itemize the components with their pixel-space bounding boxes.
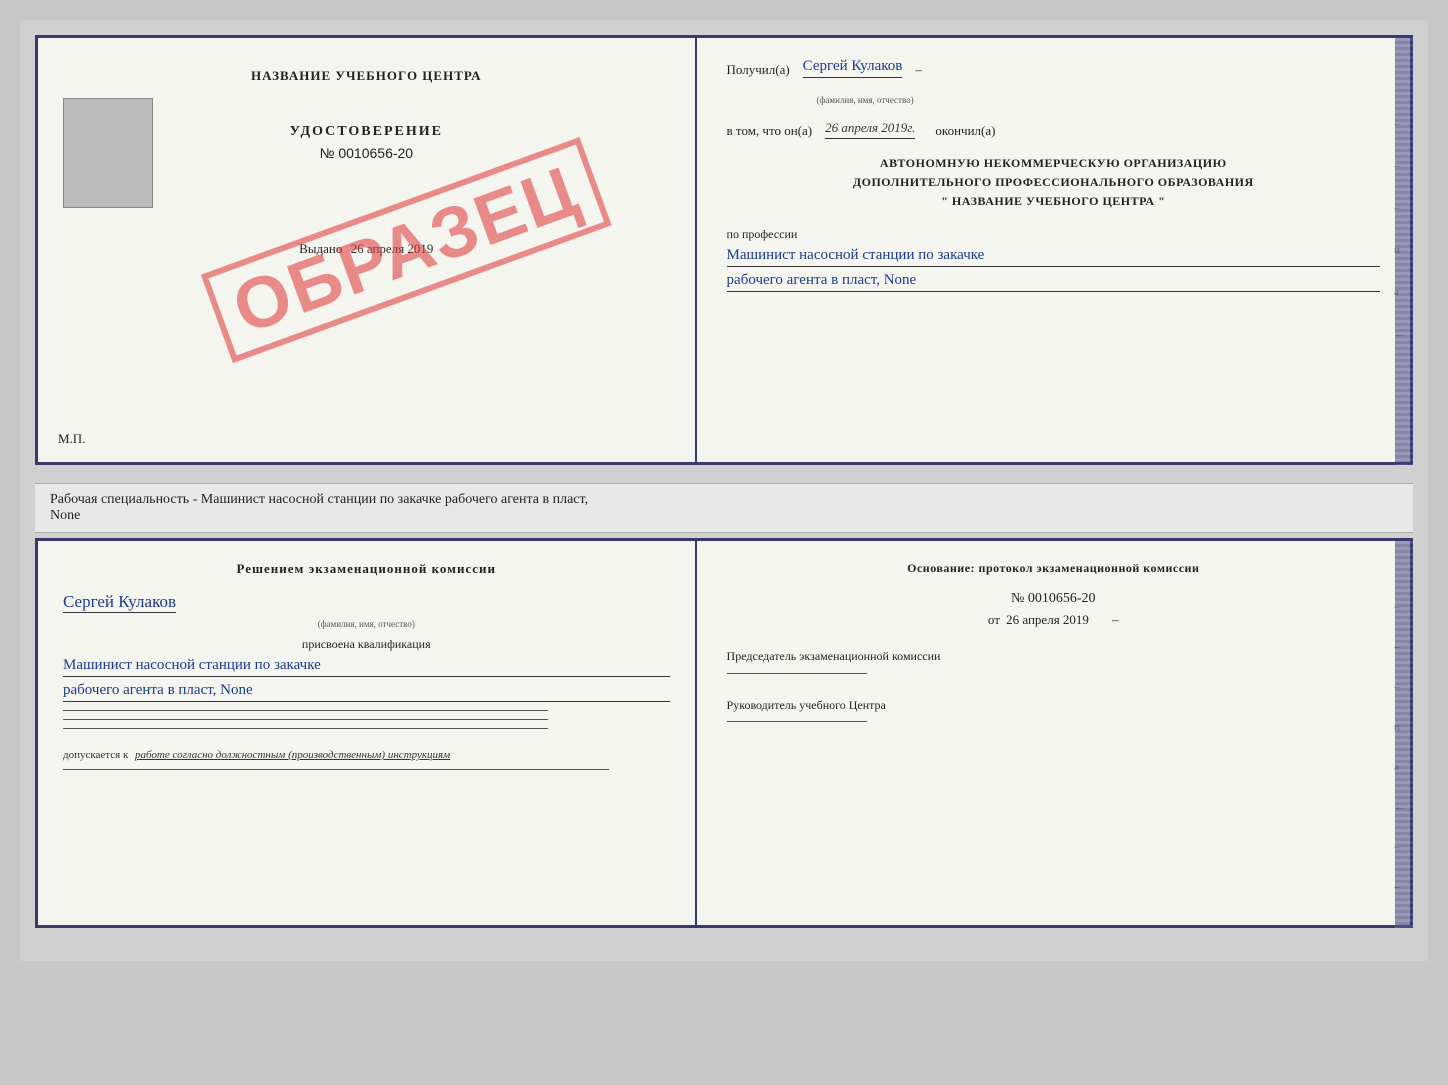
poluchil-dash: – (915, 62, 922, 78)
dopuskaetsya-block: допускается к работе согласно должностны… (63, 749, 670, 761)
spine-right-decoration (1395, 35, 1413, 465)
poluchil-name: Сергей Кулаков (803, 58, 903, 78)
bottom-name: Сергей Кулаков (63, 592, 176, 613)
rukovoditel-title: Руководитель учебного Центра (727, 697, 1380, 714)
dopuskaetsya-prefix: допускается к (63, 749, 128, 761)
date-dash: – (1112, 612, 1119, 627)
bottom-certificate: Решением экзаменационной комиссии Сергей… (35, 538, 1413, 928)
protocol-date: от 26 апреля 2019 – (727, 612, 1380, 628)
vtom-line: в том, что он(а) 26 апреля 2019г. окончи… (727, 120, 1380, 139)
qual-line2: рабочего агента в пласт, None (63, 682, 670, 702)
osnovanie-title: Основание: протокол экзаменационной коми… (727, 561, 1380, 576)
bottom-name-hint: (фамилия, имя, отчество) (63, 619, 670, 629)
qual-line1: Машинист насосной станции по закачке (63, 657, 670, 677)
rukovoditel-signature-line (727, 721, 867, 722)
poluchil-name-hint: (фамилия, имя, отчество) (817, 95, 914, 105)
description-line: Рабочая специальность - Машинист насосно… (35, 483, 1413, 533)
po-professii: по профессии (727, 227, 1380, 242)
school-name-top: НАЗВАНИЕ УЧЕБНОГО ЦЕНТРА (63, 68, 670, 84)
mp-label: М.П. (58, 431, 85, 447)
poluchil-prefix: Получил(а) (727, 62, 790, 78)
description-text2: None (50, 508, 80, 523)
rukovoditel-block: Руководитель учебного Центра (727, 697, 1380, 731)
org-line3: " НАЗВАНИЕ УЧЕБНОГО ЦЕНТРА " (727, 192, 1380, 211)
vtom-prefix: в том, что он(а) (727, 123, 813, 139)
vtom-date: 26 апреля 2019г. (825, 120, 915, 139)
resheniem-title: Решением экзаменационной комиссии (63, 561, 670, 577)
org-block: АВТОНОМНУЮ НЕКОММЕРЧЕСКУЮ ОРГАНИЗАЦИЮ ДО… (727, 154, 1380, 212)
bottom-spine-right (1395, 538, 1413, 928)
top-certificate: НАЗВАНИЕ УЧЕБНОГО ЦЕНТРА УДОСТОВЕРЕНИЕ №… (35, 35, 1413, 465)
org-line1: АВТОНОМНУЮ НЕКОММЕРЧЕСКУЮ ОРГАНИЗАЦИЮ (727, 154, 1380, 173)
profession-line2: рабочего агента в пласт, None (727, 272, 1380, 292)
ot-date: 26 апреля 2019 (1006, 612, 1089, 627)
predsedatel-block: Председатель экзаменационной комиссии (727, 648, 1380, 682)
description-text: Рабочая специальность - Машинист насосно… (50, 492, 588, 507)
top-cert-right-panel: Получил(а) Сергей Кулаков – (фамилия, им… (697, 38, 1410, 462)
bottom-cert-left-panel: Решением экзаменационной комиссии Сергей… (38, 541, 697, 925)
protocol-number: № 0010656-20 (727, 591, 1380, 607)
predsedatel-title: Председатель экзаменационной комиссии (727, 648, 1380, 665)
prisvoena-label: присвоена квалификация (63, 637, 670, 652)
bottom-cert-right-panel: Основание: протокол экзаменационной коми… (697, 541, 1410, 925)
top-cert-left-panel: НАЗВАНИЕ УЧЕБНОГО ЦЕНТРА УДОСТОВЕРЕНИЕ №… (38, 38, 697, 462)
dopuskaetsya-text: работе согласно должностным (производств… (135, 749, 450, 761)
ot-prefix: от (988, 612, 1000, 627)
poluchil-line: Получил(а) Сергей Кулаков – (727, 58, 1380, 78)
predsedatel-signature-line (727, 673, 867, 674)
okonchil-text: окончил(а) (935, 123, 995, 139)
org-line2: ДОПОЛНИТЕЛЬНОГО ПРОФЕССИОНАЛЬНОГО ОБРАЗО… (727, 173, 1380, 192)
profession-line1: Машинист насосной станции по закачке (727, 247, 1380, 267)
